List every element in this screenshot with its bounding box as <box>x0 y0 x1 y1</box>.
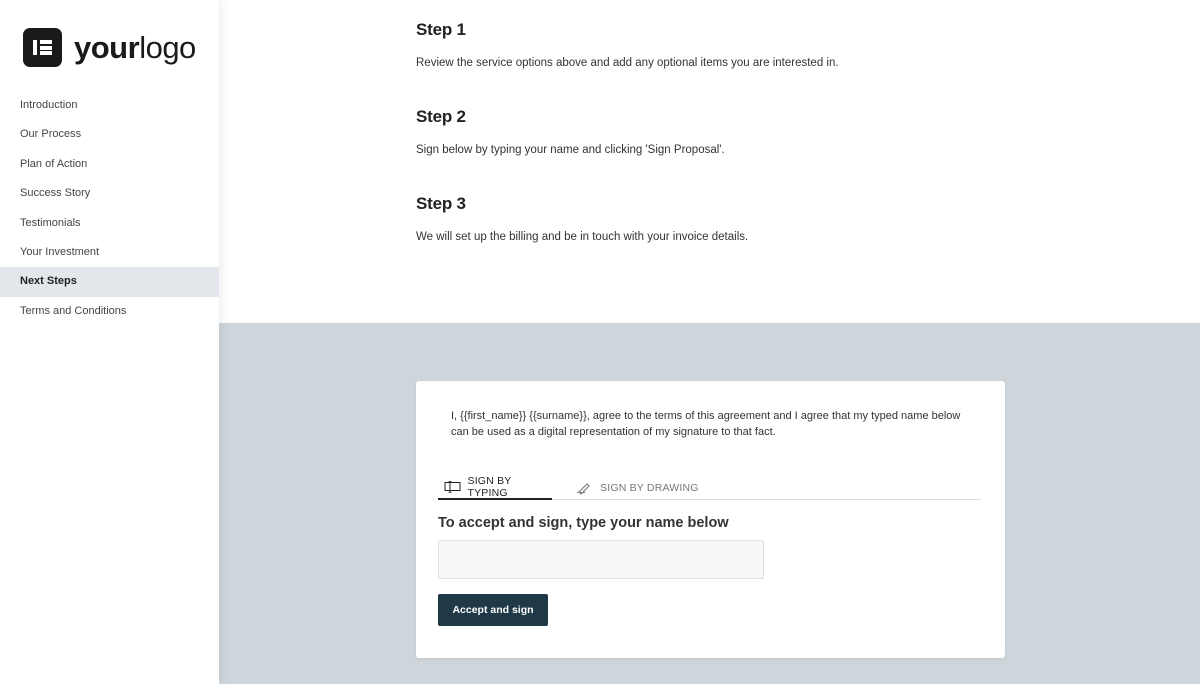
agreement-text: I, {{first_name}} {{surname}}, agree to … <box>451 410 961 438</box>
sidebar-item-introduction[interactable]: Introduction <box>0 91 219 120</box>
pen-icon <box>576 481 594 495</box>
step-1: Step 1 Review the service options above … <box>416 20 839 69</box>
signature-card: I, {{first_name}} {{surname}}, agree to … <box>416 381 1005 658</box>
step-title: Step 3 <box>416 194 466 213</box>
sign-heading: To accept and sign, type your name below <box>438 515 729 531</box>
step-text: Review the service options above and add… <box>416 57 839 69</box>
keyboard-icon <box>444 480 461 494</box>
step-title: Step 1 <box>416 20 466 39</box>
signature-name-input[interactable] <box>438 540 764 579</box>
step-text: We will set up the billing and be in tou… <box>416 231 749 243</box>
tab-label: SIGN BY DRAWING <box>600 482 699 494</box>
next-steps-section: Step 1 Review the service options above … <box>219 0 1200 323</box>
sidebar-item-terms-and-conditions[interactable]: Terms and Conditions <box>0 297 219 326</box>
step-title: Step 2 <box>416 107 466 126</box>
sidebar-item-our-process[interactable]: Our Process <box>0 120 219 149</box>
step-2: Step 2 Sign below by typing your name an… <box>416 107 725 156</box>
sidebar: yourlogo Introduction Our Process Plan o… <box>0 0 219 684</box>
sidebar-item-plan-of-action[interactable]: Plan of Action <box>0 150 219 179</box>
logo-icon <box>23 28 62 67</box>
tab-sign-by-drawing[interactable]: SIGN BY DRAWING <box>574 476 699 500</box>
sidebar-item-success-story[interactable]: Success Story <box>0 179 219 208</box>
step-text: Sign below by typing your name and click… <box>416 144 725 156</box>
sidebar-nav: Introduction Our Process Plan of Action … <box>0 91 219 326</box>
step-3: Step 3 We will set up the billing and be… <box>416 194 748 243</box>
sidebar-item-next-steps[interactable]: Next Steps <box>0 267 219 297</box>
logo-text: yourlogo <box>74 30 196 65</box>
logo[interactable]: yourlogo <box>23 28 196 67</box>
signature-section: I, {{first_name}} {{surname}}, agree to … <box>219 323 1200 684</box>
tab-label: SIGN BY TYPING <box>467 475 512 499</box>
signature-tabs: SIGN BY TYPING SIGN BY DRAWING <box>438 475 981 500</box>
accept-and-sign-button[interactable]: Accept and sign <box>438 594 548 626</box>
sidebar-item-testimonials[interactable]: Testimonials <box>0 209 219 238</box>
main-content: Step 1 Review the service options above … <box>219 0 1200 684</box>
sidebar-item-your-investment[interactable]: Your Investment <box>0 238 219 267</box>
tab-sign-by-typing[interactable]: SIGN BY TYPING <box>438 475 552 500</box>
